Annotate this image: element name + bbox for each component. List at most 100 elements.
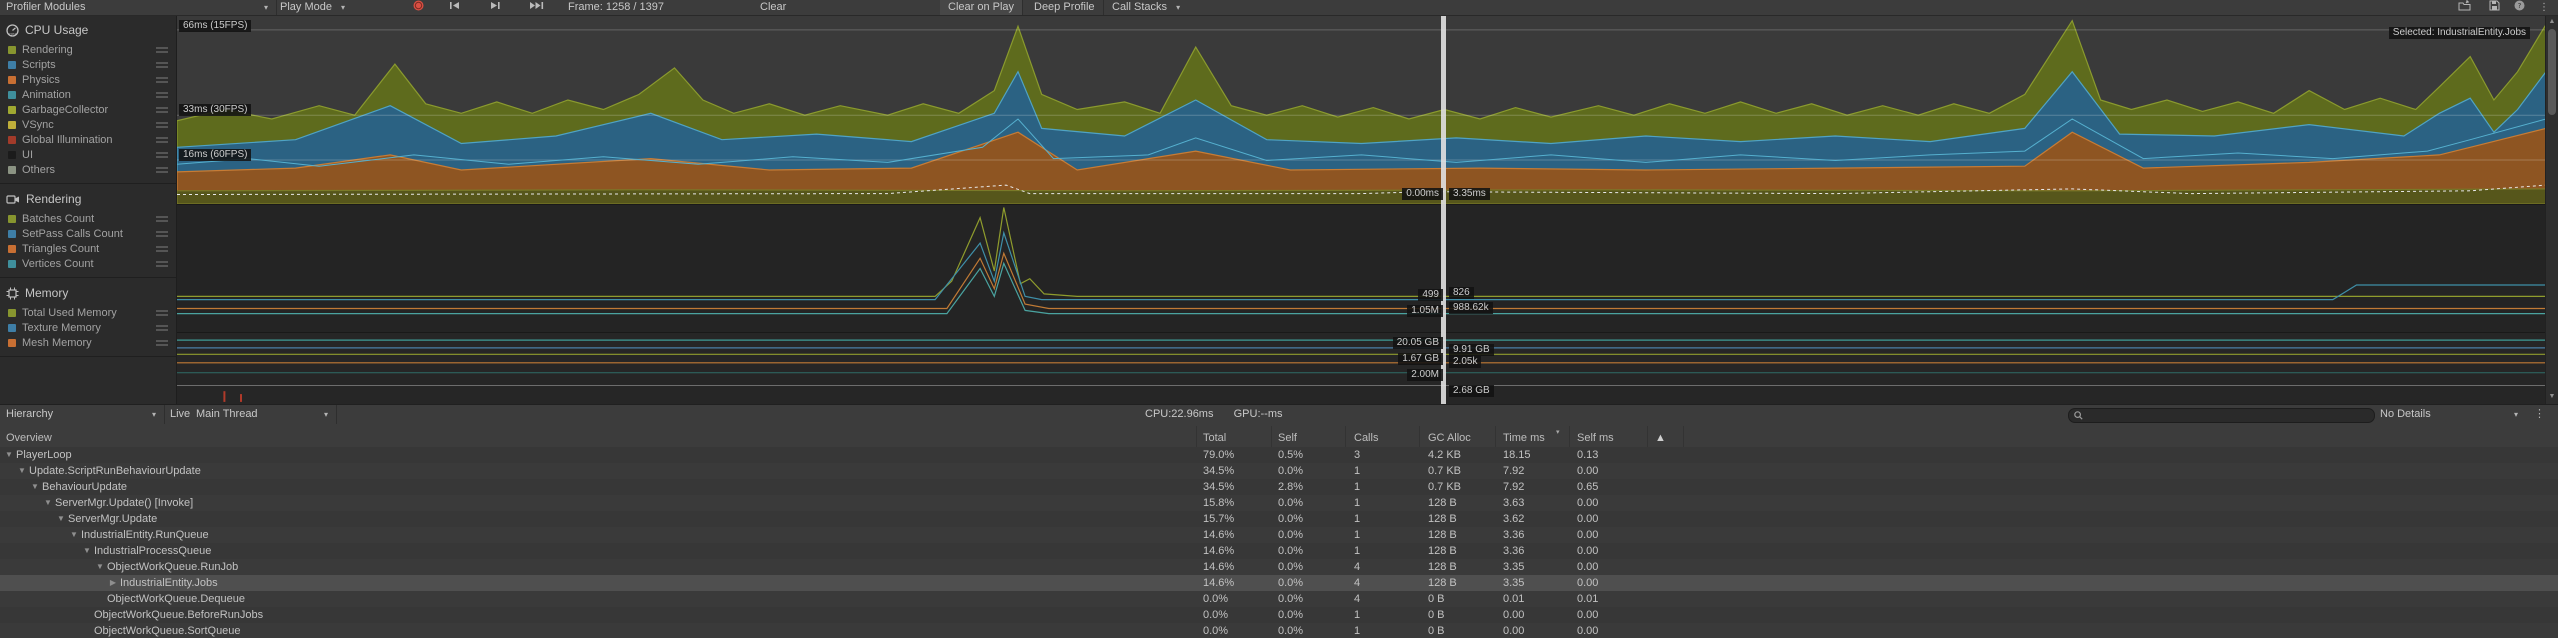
- help-button[interactable]: ?: [2508, 0, 2530, 15]
- legend-item[interactable]: Others: [0, 162, 176, 177]
- drag-handle-icon[interactable]: [156, 92, 168, 100]
- charts-scrollbar[interactable]: ▲ ▼: [2545, 15, 2558, 404]
- drag-handle-icon[interactable]: [156, 77, 168, 85]
- foldout-closed-icon[interactable]: ▶: [108, 575, 118, 591]
- table-row[interactable]: ObjectWorkQueue.SortQueue0.0%0.0%10 B0.0…: [0, 623, 2558, 638]
- record-button[interactable]: [406, 0, 430, 15]
- table-row[interactable]: ▼BehaviourUpdate34.5%2.8%10.7 KB7.920.65: [0, 479, 2558, 495]
- column-separator[interactable]: [1495, 426, 1496, 447]
- table-row[interactable]: ObjectWorkQueue.Dequeue0.0%0.0%40 B0.010…: [0, 591, 2558, 607]
- drag-handle-icon[interactable]: [156, 167, 168, 175]
- column-separator[interactable]: [1419, 426, 1420, 447]
- table-row[interactable]: ▼PlayerLoop79.0%0.5%34.2 KB18.150.13: [0, 447, 2558, 463]
- table-row[interactable]: ▼ServerMgr.Update15.7%0.0%1128 B3.620.00: [0, 511, 2558, 527]
- drag-handle-icon[interactable]: [156, 122, 168, 130]
- legend-item[interactable]: Triangles Count: [0, 241, 176, 256]
- next-frame-button[interactable]: [480, 0, 510, 15]
- foldout-open-icon[interactable]: ▼: [69, 527, 79, 543]
- live-toggle[interactable]: Live: [164, 405, 196, 424]
- legend-item[interactable]: Physics: [0, 72, 176, 87]
- legend-item[interactable]: Animation: [0, 87, 176, 102]
- drag-handle-icon[interactable]: [156, 310, 168, 318]
- column-separator[interactable]: [1196, 426, 1197, 447]
- drag-handle-icon[interactable]: [156, 152, 168, 160]
- table-row[interactable]: ▼IndustrialProcessQueue14.6%0.0%1128 B3.…: [0, 543, 2558, 559]
- table-row[interactable]: ▼ObjectWorkQueue.RunJob14.6%0.0%4128 B3.…: [0, 559, 2558, 575]
- legend-item[interactable]: SetPass Calls Count: [0, 226, 176, 241]
- deep-profile-toggle[interactable]: Deep Profile: [1026, 0, 1104, 15]
- search-input[interactable]: [2087, 409, 2361, 422]
- drag-handle-icon[interactable]: [156, 47, 168, 55]
- pane-kebab-menu-button[interactable]: ⋮: [2534, 405, 2545, 424]
- foldout-open-icon[interactable]: ▼: [30, 479, 40, 495]
- legend-item[interactable]: UI: [0, 147, 176, 162]
- call-stacks-dropdown[interactable]: Call Stacks ▾: [1104, 0, 1188, 15]
- rendering-chart[interactable]: [177, 205, 2546, 333]
- module-title[interactable]: Memory: [0, 282, 176, 305]
- drag-handle-icon[interactable]: [156, 246, 168, 254]
- foldout-open-icon[interactable]: ▼: [4, 447, 14, 463]
- legend-item[interactable]: Scripts: [0, 57, 176, 72]
- column-header-overview[interactable]: Overview: [6, 432, 52, 444]
- clear-on-play-toggle[interactable]: Clear on Play: [940, 0, 1023, 15]
- column-separator[interactable]: [1647, 426, 1648, 447]
- legend-item[interactable]: Vertices Count: [0, 256, 176, 271]
- scroll-up-icon[interactable]: ▲: [2546, 16, 2558, 28]
- profiler-modules-dropdown[interactable]: Profiler Modules ▾: [0, 0, 277, 15]
- play-mode-dropdown[interactable]: Play Mode ▾: [280, 0, 345, 15]
- legend-item[interactable]: Mesh Memory: [0, 335, 176, 350]
- scroll-down-icon[interactable]: ▼: [2546, 391, 2558, 403]
- column-separator[interactable]: [1345, 426, 1346, 447]
- foldout-open-icon[interactable]: ▼: [43, 495, 53, 511]
- drag-handle-icon[interactable]: [156, 107, 168, 115]
- view-mode-dropdown[interactable]: Hierarchy ▾: [0, 405, 165, 424]
- foldout-open-icon[interactable]: ▼: [82, 543, 92, 559]
- module-title[interactable]: CPUCPU Usage: [0, 19, 176, 42]
- save-profile-button[interactable]: [2482, 0, 2506, 15]
- column-separator[interactable]: [1683, 426, 1684, 447]
- table-row[interactable]: ObjectWorkQueue.BeforeRunJobs0.0%0.0%10 …: [0, 607, 2558, 623]
- foldout-open-icon[interactable]: ▼: [17, 463, 27, 479]
- foldout-open-icon[interactable]: ▼: [95, 559, 105, 575]
- drag-handle-icon[interactable]: [156, 216, 168, 224]
- legend-item[interactable]: VSync: [0, 117, 176, 132]
- table-row[interactable]: ▶IndustrialEntity.Jobs14.6%0.0%4128 B3.3…: [0, 575, 2558, 591]
- drag-handle-icon[interactable]: [156, 231, 168, 239]
- column-header-total[interactable]: Total: [1203, 432, 1226, 444]
- load-profile-button[interactable]: [2452, 0, 2478, 15]
- table-row[interactable]: ▼Update.ScriptRunBehaviourUpdate34.5%0.0…: [0, 463, 2558, 479]
- legend-item[interactable]: Global Illumination: [0, 132, 176, 147]
- column-header-calls[interactable]: Calls: [1354, 432, 1378, 444]
- scrollbar-thumb[interactable]: [2548, 29, 2556, 115]
- details-dropdown[interactable]: No Details ▾: [2380, 405, 2524, 424]
- column-separator[interactable]: [1271, 426, 1272, 447]
- legend-item[interactable]: GarbageCollector: [0, 102, 176, 117]
- thread-dropdown[interactable]: Main Thread ▾: [196, 405, 337, 424]
- first-frame-button[interactable]: [440, 0, 470, 15]
- column-header-self[interactable]: Self: [1278, 432, 1297, 444]
- drag-handle-icon[interactable]: [156, 62, 168, 70]
- clear-button[interactable]: Clear: [752, 0, 794, 15]
- column-separator[interactable]: [1569, 426, 1570, 447]
- legend-item[interactable]: Batches Count: [0, 211, 176, 226]
- foldout-open-icon[interactable]: ▼: [56, 511, 66, 527]
- column-header-gc-alloc[interactable]: GC Alloc: [1428, 432, 1471, 444]
- warnings-column-icon[interactable]: ▲: [1655, 432, 1666, 444]
- current-frame-button[interactable]: [520, 0, 554, 15]
- kebab-menu-button[interactable]: ⋮: [2534, 0, 2554, 15]
- table-row[interactable]: ▼IndustrialEntity.RunQueue14.6%0.0%1128 …: [0, 527, 2558, 543]
- column-header-self-ms[interactable]: Self ms: [1577, 432, 1614, 444]
- drag-handle-icon[interactable]: [156, 325, 168, 333]
- cpu-usage-chart[interactable]: [177, 15, 2546, 205]
- search-field[interactable]: [2068, 408, 2375, 423]
- column-header-time-ms[interactable]: Time ms: [1503, 432, 1545, 444]
- drag-handle-icon[interactable]: [156, 261, 168, 269]
- legend-item[interactable]: Rendering: [0, 42, 176, 57]
- module-title[interactable]: Rendering: [0, 188, 176, 211]
- table-row[interactable]: ▼ServerMgr.Update() [Invoke]15.8%0.0%112…: [0, 495, 2558, 511]
- drag-handle-icon[interactable]: [156, 137, 168, 145]
- memory-chart[interactable]: [177, 333, 2546, 404]
- drag-handle-icon[interactable]: [156, 340, 168, 348]
- legend-item[interactable]: Total Used Memory: [0, 305, 176, 320]
- legend-item[interactable]: Texture Memory: [0, 320, 176, 335]
